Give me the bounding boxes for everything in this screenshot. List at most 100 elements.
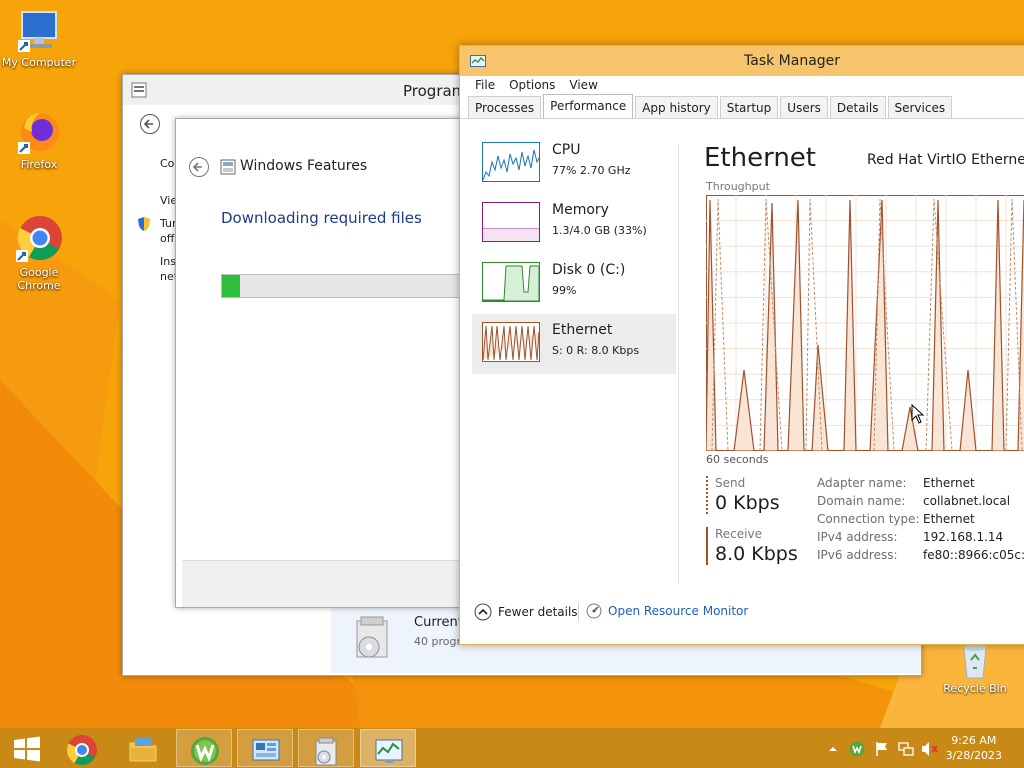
taskbar-app-w[interactable] <box>176 729 232 767</box>
perf-main-title: Ethernet <box>704 143 816 173</box>
info-key: Domain name: <box>817 494 906 508</box>
installer-box-icon <box>315 737 337 766</box>
info-row: Adapter name: Ethernet <box>817 476 1024 494</box>
desktop-icon-label: Google Chrome <box>17 266 61 292</box>
windows-features-dialog[interactable]: Windows Features Downloading required fi… <box>175 118 477 608</box>
green-w-tray-icon[interactable] <box>849 741 865 757</box>
download-status-heading: Downloading required files <box>221 209 422 227</box>
windows-features-icon <box>220 159 236 175</box>
menu-file[interactable]: File <box>468 76 502 96</box>
taskbar-programs-installer[interactable] <box>298 729 354 767</box>
info-value: fe80::8966:c05c:e02 <box>923 548 1024 562</box>
tab-details[interactable]: Details <box>829 96 886 118</box>
clock-time: 9:26 AM <box>951 734 997 747</box>
tab-processes[interactable]: Processes <box>468 96 542 118</box>
tab-services[interactable]: Services <box>887 96 953 118</box>
perf-item-name: Disk 0 (C:) <box>552 262 626 278</box>
system-tray <box>826 728 946 768</box>
system-clock[interactable]: 9:26 AM 3/28/2023 <box>946 733 1002 763</box>
perf-item-detail: 1.3/4.0 GB (33%) <box>552 224 647 237</box>
tab-startup[interactable]: Startup <box>719 96 779 118</box>
perf-item-disk[interactable]: Disk 0 (C:) 99% <box>472 254 676 314</box>
perf-item-memory[interactable]: Memory 1.3/4.0 GB (33%) <box>472 194 676 254</box>
network-icon[interactable] <box>898 741 914 757</box>
tab-users[interactable]: Users <box>780 96 828 118</box>
download-progress-bar <box>221 274 473 298</box>
info-value: 192.168.1.14 <box>923 530 1004 544</box>
desktop-icon-recycle-bin[interactable]: Recycle Bin <box>936 640 1014 695</box>
taskbar-chrome[interactable] <box>54 729 110 767</box>
adapter-info-table: Adapter name: Ethernet Domain name: collab… <box>817 476 1024 566</box>
tab-app-history[interactable]: App history <box>635 96 718 118</box>
perf-item-name: Memory <box>552 202 609 218</box>
chevron-up-icon <box>474 603 492 621</box>
desktop-icon-label: My Computer <box>1 56 77 69</box>
menu-options[interactable]: Options <box>502 76 562 96</box>
info-row: IPv4 address: 192.168.1.14 <box>817 530 1024 548</box>
start-button[interactable] <box>0 729 56 767</box>
info-row: Connection type: Ethernet <box>817 512 1024 530</box>
disk-thumbnail-graph <box>482 262 540 302</box>
task-manager-titlebar[interactable]: Task Manager <box>460 46 1024 76</box>
pane-divider <box>678 144 679 584</box>
open-resource-monitor-link[interactable]: Open Resource Monitor <box>586 603 748 619</box>
tab-strip: Processes Performance App history Startu… <box>460 94 1024 119</box>
send-label: Send <box>715 476 746 490</box>
chrome-icon <box>67 735 97 766</box>
info-key: IPv6 address: <box>817 548 898 562</box>
task-manager-window[interactable]: Task Manager File Options View Processes… <box>459 45 1024 645</box>
resource-monitor-icon <box>586 603 602 619</box>
info-key: IPv4 address: <box>817 530 898 544</box>
info-value: Ethernet <box>923 476 975 490</box>
taskbar: 9:26 AM 3/28/2023 <box>0 728 1024 768</box>
fewer-details-label: Fewer details <box>498 605 578 619</box>
mouse-cursor-icon <box>911 404 925 424</box>
back-arrow-icon[interactable] <box>188 156 210 178</box>
taskbar-task-manager[interactable] <box>360 729 416 767</box>
dialog-footer <box>182 560 470 607</box>
send-stat: Send 0 Kbps <box>706 476 805 514</box>
menu-view[interactable]: View <box>562 76 604 96</box>
footer-separator <box>578 603 579 621</box>
info-row: IPv6 address: fe80::8966:c05c:e02 <box>817 548 1024 566</box>
programs-title: Program <box>403 82 467 100</box>
taskbar-control-panel[interactable] <box>237 729 293 767</box>
taskbar-file-explorer[interactable] <box>115 729 171 767</box>
desktop-icon-firefox[interactable]: Firefox <box>0 110 78 171</box>
tab-performance[interactable]: Performance <box>543 94 634 118</box>
perf-item-detail: 99% <box>552 284 577 297</box>
receive-stat: Receive 8.0 Kbps <box>706 527 805 565</box>
volume-muted-icon[interactable] <box>921 741 939 757</box>
graph-time-label: 60 seconds <box>706 453 769 466</box>
perf-item-cpu[interactable]: CPU 77% 2.70 GHz <box>472 134 676 194</box>
chrome-icon <box>16 216 62 262</box>
perf-item-detail: 77% 2.70 GHz <box>552 164 631 177</box>
ethernet-thumbnail-graph <box>482 322 540 362</box>
back-arrow-icon[interactable] <box>139 113 161 135</box>
green-w-app-icon <box>191 737 219 765</box>
computer-icon <box>18 11 57 52</box>
programs-left-item[interactable]: off <box>160 232 174 245</box>
perf-item-ethernet[interactable]: Ethernet S: 0 R: 8.0 Kbps <box>472 314 676 374</box>
perf-item-name: Ethernet <box>552 322 613 338</box>
desktop-icon-google-chrome[interactable]: Google Chrome <box>0 214 78 292</box>
fewer-details-button[interactable]: Fewer details <box>474 603 578 621</box>
shield-icon <box>138 217 150 231</box>
show-hidden-icons-chevron-icon[interactable] <box>828 744 838 754</box>
info-key: Connection type: <box>817 512 920 526</box>
memory-thumbnail-graph <box>482 202 540 242</box>
programs-left-item[interactable]: Ins <box>160 255 176 268</box>
flag-icon[interactable] <box>874 741 890 757</box>
receive-value: 8.0 Kbps <box>715 543 798 565</box>
perf-item-name: CPU <box>552 142 581 158</box>
control-panel-icon <box>131 82 147 98</box>
programs-left-item[interactable]: Co <box>160 157 174 170</box>
control-panel-icon <box>252 739 280 761</box>
desktop-icon-my-computer[interactable]: My Computer <box>0 10 78 69</box>
desktop-icon-label: Firefox <box>20 158 58 171</box>
menu-bar: File Options View <box>460 76 1024 96</box>
desktop-icon-label: Recycle Bin <box>943 682 1007 695</box>
resource-monitor-label: Open Resource Monitor <box>608 604 749 618</box>
perf-item-detail: S: 0 R: 8.0 Kbps <box>552 344 640 357</box>
task-manager-title: Task Manager <box>744 53 841 69</box>
